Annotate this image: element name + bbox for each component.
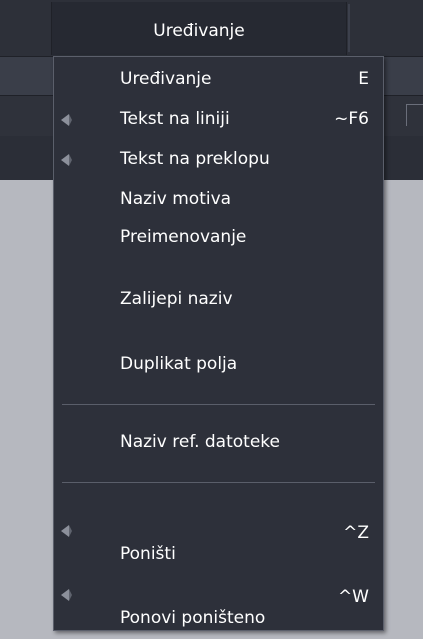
menu-item-label: Ponovi poništeno [120, 608, 266, 628]
menu-item-shortcut: ^W [337, 587, 369, 607]
menu-item-label: Duplikat polja [120, 354, 238, 374]
menu-separator [62, 404, 375, 405]
menu-item-label: Naziv motiva [120, 189, 232, 209]
menu-item-uredivanje[interactable]: Uređivanje E [54, 65, 383, 95]
menu-item-naziv-ref-datoteke[interactable]: Naziv ref. datoteke [54, 428, 383, 458]
app-window: Uređivanje Uređivanje E Tekst na liniji … [0, 0, 423, 639]
menu-item-duplikat-polja[interactable]: Duplikat polja [54, 350, 383, 380]
toolbar-field-edge [406, 104, 423, 126]
menu-item-ponisti[interactable]: Poništi ^Z [54, 517, 383, 573]
menu-item-naziv-motiva[interactable]: Naziv motiva [54, 185, 383, 215]
menu-item-label: Preimenovanje [120, 227, 247, 247]
menu-item-shortcut: ~F6 [334, 109, 369, 129]
menu-item-shortcut: E [358, 69, 369, 89]
submenu-arrow-icon [58, 152, 76, 168]
menu-item-label: Poništi [120, 544, 176, 564]
menu-item-tekst-na-preklopu[interactable]: Tekst na preklopu [54, 145, 383, 175]
menu-separator [62, 482, 375, 483]
submenu-arrow-icon [58, 523, 76, 539]
menu-item-ponovi-ponisteno[interactable]: Ponovi poništeno ^W [54, 581, 383, 631]
submenu-arrow-icon [58, 112, 76, 128]
menu-item-label: Uređivanje [120, 69, 212, 89]
menu-item-label: Tekst na preklopu [120, 149, 270, 169]
menu-item-label: Naziv ref. datoteke [120, 432, 280, 452]
menu-item-label: Tekst na liniji [120, 109, 230, 129]
menu-item-zalijepi-naziv[interactable]: Zalijepi naziv [54, 285, 383, 315]
menu-item-shortcut: ^Z [343, 523, 369, 543]
menu-item-tekst-na-liniji[interactable]: Tekst na liniji ~F6 [54, 105, 383, 135]
menu-bar-active-label[interactable]: Uređivanje [51, 21, 347, 41]
edit-dropdown-menu: Uređivanje E Tekst na liniji ~F6 Tekst n… [53, 56, 384, 631]
menu-bar-separator [348, 4, 350, 52]
menu-item-label: Zalijepi naziv [120, 289, 233, 309]
submenu-arrow-icon [58, 587, 76, 603]
menu-item-preimenovanje[interactable]: Preimenovanje [54, 223, 383, 253]
